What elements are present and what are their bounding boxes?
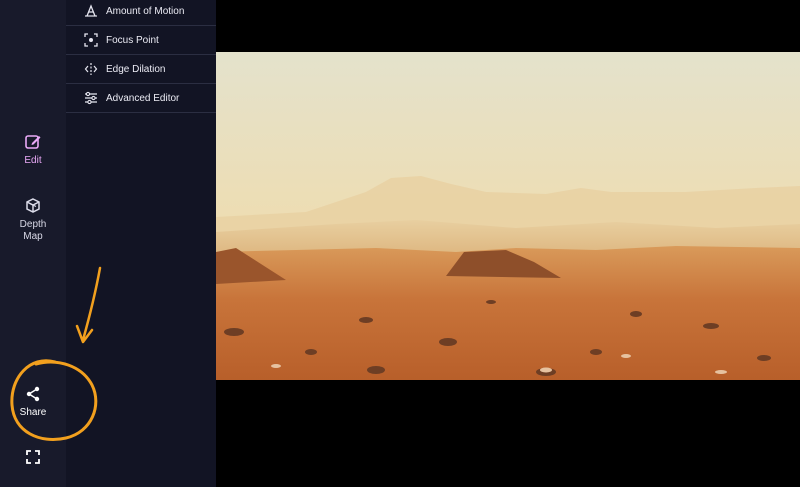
desert-landscape-image [216,52,800,380]
share-label: Share [19,407,47,418]
menu-item-amount-of-motion[interactable]: Amount of Motion [66,0,216,26]
menu-item-advanced-editor[interactable]: Advanced Editor [66,84,216,113]
fullscreen-button[interactable] [0,449,66,469]
depth-map-icon [26,198,40,213]
menu-label-amount-of-motion: Amount of Motion [106,5,185,17]
menu-item-focus-point[interactable]: Focus Point [66,26,216,55]
depth-map-button[interactable]: Depth Map [0,197,66,243]
image-canvas [216,0,800,487]
left-rail: Edit Depth Map Share [0,0,66,487]
share-button[interactable]: Share [0,385,66,419]
motion-icon [84,4,98,18]
focus-point-icon [84,33,98,47]
menu-label-edge-dilation: Edge Dilation [106,63,166,75]
edit-button[interactable]: Edit [0,133,66,167]
edge-dilation-icon [84,62,98,76]
share-icon [26,386,40,402]
menu-label-advanced-editor: Advanced Editor [106,92,180,104]
edit-icon [25,135,41,149]
fullscreen-icon [26,450,40,464]
depth-map-label: Depth Map [19,219,47,242]
menu-label-focus-point: Focus Point [106,34,159,46]
edit-label: Edit [24,155,42,166]
menu-item-edge-dilation[interactable]: Edge Dilation [66,55,216,84]
settings-panel: Amount of Motion Focus Point Edge Dilati… [66,0,216,487]
sliders-icon [84,91,98,105]
